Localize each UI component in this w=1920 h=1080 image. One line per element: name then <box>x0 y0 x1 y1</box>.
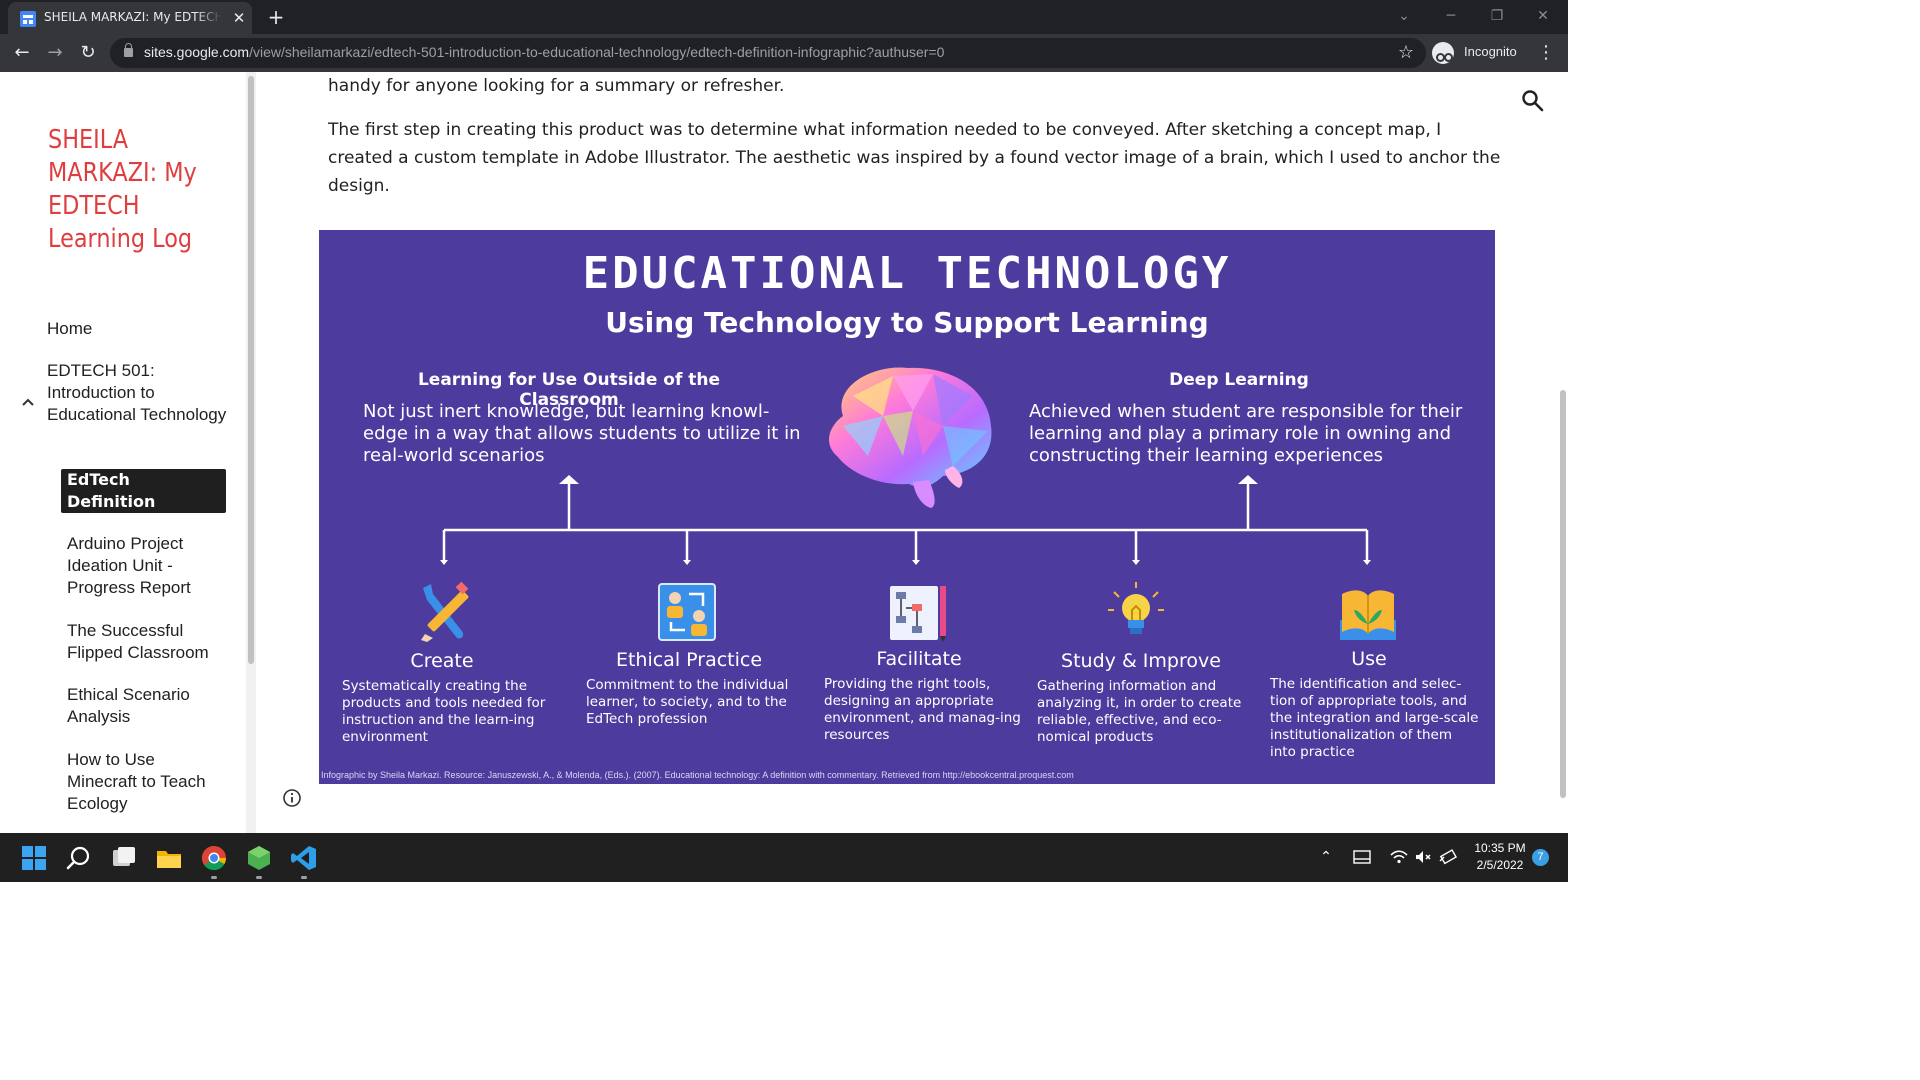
lock-icon[interactable] <box>124 43 133 57</box>
new-tab-icon[interactable]: + <box>264 5 288 29</box>
volume-muted-icon[interactable] <box>1413 847 1433 867</box>
chevron-up-icon[interactable] <box>19 394 37 412</box>
close-window-icon[interactable]: ✕ <box>1530 4 1556 28</box>
sidebar-item-home[interactable]: Home <box>47 318 92 340</box>
node-icon[interactable] <box>246 845 272 871</box>
tray-overflow-chevron-icon[interactable]: ⌃ <box>1316 847 1336 867</box>
back-arrow-icon[interactable]: ← <box>8 39 36 67</box>
task-view-icon[interactable] <box>111 845 137 871</box>
vscode-running-indicator <box>301 876 307 879</box>
tab-title: SHEILA MARKAZI: My EDTECH Learning Log <box>44 10 222 24</box>
clock-time[interactable]: 10:35 PM <box>1470 841 1530 855</box>
incognito-icon <box>1432 42 1454 64</box>
tablet-mode-icon[interactable] <box>1352 847 1372 867</box>
chrome-icon[interactable] <box>201 845 227 871</box>
browser-titlebar: SHEILA MARKAZI: My EDTECH Learning Log ✕… <box>0 0 1568 34</box>
item-desc-ethical-practice: Commitment to the individual learner, to… <box>586 677 789 727</box>
sidebar-item-minecraft-ecology[interactable]: How to Use Minecraft to Teach Ecology <box>67 749 227 815</box>
url-path: /view/sheilamarkazi/edtech-501-introduct… <box>249 44 945 60</box>
node-running-indicator <box>256 876 262 879</box>
infographic-citation: Infographic by Sheila Markazi. Resource:… <box>321 770 1074 780</box>
item-desc-facilitate: Providing the right tools, designing an … <box>824 676 1021 743</box>
site-title[interactable]: SHEILA MARKAZI: My EDTECH Learning Log <box>48 124 203 256</box>
browser-toolbar: ← → ↻ sites.google.com/view/sheilamarkaz… <box>0 34 1568 72</box>
people-exchange-icon <box>658 583 716 641</box>
item-desc-create: Systematically creating the products and… <box>342 678 546 745</box>
tools-icon <box>421 581 469 642</box>
page-scrollbar[interactable] <box>1558 72 1568 833</box>
windows-taskbar: ⌃ 10:35 PM 2/5/2022 7 <box>0 833 1568 882</box>
item-desc-study-improve: Gathering information and analyzing it, … <box>1037 678 1242 745</box>
restore-icon[interactable]: ❐ <box>1484 4 1510 28</box>
edtech-infographic: EDUCATIONAL TECHNOLOGY Using Technology … <box>319 230 1495 784</box>
sidebar-scrollbar-thumb[interactable] <box>248 76 254 664</box>
page-scrollbar-thumb[interactable] <box>1560 390 1566 798</box>
chrome-running-indicator <box>211 876 217 879</box>
forward-arrow-icon[interactable]: → <box>41 39 69 67</box>
sidebar-item-arduino-project[interactable]: Arduino Project Ideation Unit - Progress… <box>67 533 227 599</box>
main-content: handy for anyone looking for a summary o… <box>256 72 1558 833</box>
notification-badge[interactable]: 7 <box>1532 849 1549 866</box>
browser-tab[interactable]: SHEILA MARKAZI: My EDTECH Learning Log ✕ <box>8 2 252 34</box>
item-title-ethical-practice: Ethical Practice <box>615 649 763 671</box>
web-page: SHEILA MARKAZI: My EDTECH Learning Log H… <box>0 72 1568 833</box>
flowchart-icon <box>890 586 946 642</box>
search-icon[interactable] <box>1518 86 1548 116</box>
sidebar-item-edtech-definition-infographic[interactable]: EdTech Definition Infographic <box>61 469 226 533</box>
tab-search-chevron-icon[interactable]: ⌄ <box>1391 4 1417 28</box>
url-host: sites.google.com <box>144 44 250 60</box>
item-desc-use: The identification and selec-tion of app… <box>1270 676 1479 760</box>
incognito-indicator[interactable]: Incognito <box>1432 41 1524 65</box>
item-title-study-improve: Study & Improve <box>1061 650 1221 672</box>
search-icon[interactable] <box>66 845 92 871</box>
sidebar-scrollbar[interactable] <box>246 72 256 833</box>
minimize-icon[interactable]: ─ <box>1438 4 1464 28</box>
battery-charging-icon[interactable] <box>1438 847 1458 867</box>
sidebar-item-edtech-501[interactable]: EDTECH 501: Introduction to Educational … <box>47 360 227 426</box>
lightbulb-icon <box>1108 582 1164 634</box>
book-plant-icon <box>1340 590 1396 640</box>
url-text[interactable]: sites.google.com/view/sheilamarkazi/edte… <box>144 44 944 60</box>
windows-start-icon[interactable] <box>21 845 47 871</box>
sidebar-item-flipped-classroom[interactable]: The Successful Flipped Classroom <box>67 620 227 664</box>
paragraph-process: The first step in creating this product … <box>328 120 1501 196</box>
incognito-label: Incognito <box>1464 44 1517 59</box>
paragraph-summary: handy for anyone looking for a summary o… <box>328 76 785 96</box>
tab-close-icon[interactable]: ✕ <box>230 9 248 27</box>
reload-icon[interactable]: ↻ <box>74 39 102 67</box>
wifi-icon[interactable] <box>1389 847 1409 867</box>
site-sidebar: SHEILA MARKAZI: My EDTECH Learning Log H… <box>0 72 256 833</box>
star-icon[interactable]: ☆ <box>1394 41 1418 65</box>
item-title-use: Use <box>1351 648 1387 670</box>
info-icon[interactable] <box>282 788 302 808</box>
file-explorer-icon[interactable] <box>156 845 182 871</box>
clock-date[interactable]: 2/5/2022 <box>1470 858 1530 872</box>
item-title-create: Create <box>410 650 474 672</box>
google-sites-favicon-icon <box>20 11 36 27</box>
item-title-facilitate: Facilitate <box>876 648 962 670</box>
vscode-icon[interactable] <box>291 845 317 871</box>
sidebar-item-ethical-scenario[interactable]: Ethical Scenario Analysis <box>67 684 227 728</box>
address-bar[interactable]: sites.google.com/view/sheilamarkazi/edte… <box>110 38 1426 68</box>
more-vert-icon[interactable]: ⋮ <box>1536 39 1556 67</box>
